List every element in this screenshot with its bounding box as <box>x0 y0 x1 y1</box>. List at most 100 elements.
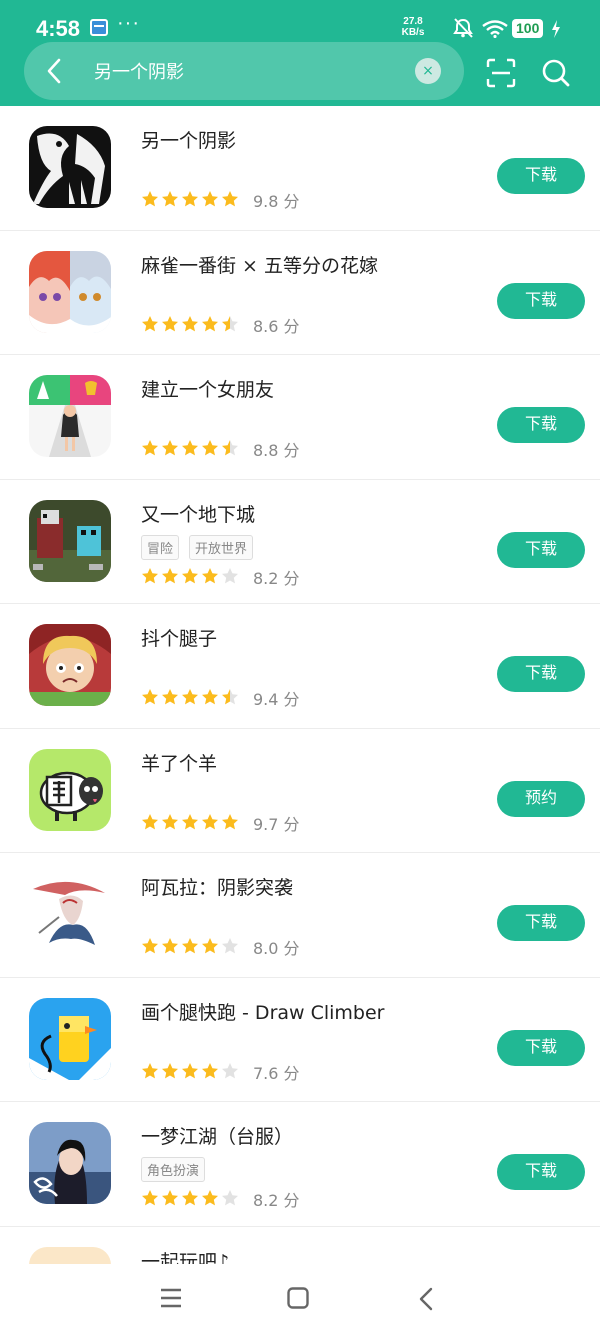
sheep-icon[interactable] <box>29 748 111 831</box>
star-full-icon <box>162 191 178 207</box>
star-full-icon <box>162 938 178 954</box>
app-name[interactable]: 羊了个羊 <box>141 749 217 776</box>
warrior-icon[interactable] <box>29 873 111 955</box>
reserve-button[interactable]: 预约 <box>497 780 585 817</box>
star-full-icon <box>162 1062 178 1078</box>
download-button[interactable]: 下载 <box>497 905 585 941</box>
app-name[interactable]: 又一个地下城 <box>141 500 255 527</box>
star-full-icon <box>222 191 238 207</box>
star-full-icon <box>162 440 178 456</box>
star-half-icon <box>222 315 238 331</box>
download-button[interactable]: 下载 <box>497 1029 585 1066</box>
star-full-icon <box>182 689 198 705</box>
star-full-icon <box>202 1190 218 1206</box>
star-full-icon <box>202 1062 218 1078</box>
shadow-icon[interactable] <box>29 126 111 208</box>
app-row[interactable]: 抖个腿子 9.4 分 下载 <box>0 604 600 729</box>
app-score: 8.2 分 <box>253 568 300 588</box>
star-full-icon <box>162 689 178 705</box>
app-score: 9.7 分 <box>253 814 300 834</box>
search-result-list: 另一个阴影 9.8 分 下载 麻雀一番街 × 五等分の花嫁 8.6 分 下载 建… <box>0 106 600 1333</box>
star-full-icon <box>142 191 158 207</box>
duck-climber-icon[interactable] <box>29 997 111 1080</box>
star-full-icon <box>142 567 158 583</box>
wifi-icon <box>482 20 508 42</box>
app-row[interactable]: 建立一个女朋友 8.8 分 下载 <box>0 355 600 480</box>
download-button[interactable]: 下载 <box>497 531 585 568</box>
app-row[interactable]: 一梦江湖（台服） 角色扮演 8.2 分 下载 <box>0 1102 600 1227</box>
star-full-icon <box>202 813 218 829</box>
jianghu-icon[interactable] <box>29 1122 111 1204</box>
star-empty-icon <box>222 1190 238 1206</box>
anime-girls-icon[interactable] <box>29 250 111 333</box>
app-header: 4:58 ··· 27.8 KB/s 100 另一个阴影 × <box>0 0 600 106</box>
back-icon[interactable] <box>46 58 62 88</box>
app-tags: 角色扮演 <box>141 1157 215 1182</box>
star-empty-icon <box>222 938 238 954</box>
charging-icon <box>551 20 561 42</box>
star-full-icon <box>202 191 218 207</box>
app-tag[interactable]: 冒险 <box>141 534 180 560</box>
app-row[interactable]: 另一个阴影 9.8 分 下载 <box>0 106 600 231</box>
crying-girl-icon[interactable] <box>29 624 111 706</box>
star-full-icon <box>182 813 198 829</box>
download-button[interactable]: 下载 <box>497 407 585 443</box>
search-box: × <box>24 42 464 100</box>
girlfriend-runner-icon[interactable] <box>29 375 111 457</box>
app-row[interactable]: 阿瓦拉：阴影突袭 8.0 分 下载 <box>0 853 600 978</box>
star-full-icon <box>202 689 218 705</box>
app-row[interactable]: 麻雀一番街 × 五等分の花嫁 8.6 分 下载 <box>0 231 600 355</box>
star-half-icon <box>222 689 238 705</box>
network-speed-value: 27.8 <box>403 16 423 27</box>
star-full-icon <box>162 567 178 583</box>
star-full-icon <box>182 938 198 954</box>
app-row[interactable]: 又一个地下城 冒险 开放世界 8.2 分 下载 <box>0 480 600 604</box>
star-rating <box>141 688 241 706</box>
app-score: 8.6 分 <box>253 316 300 336</box>
app-tag[interactable]: 角色扮演 <box>141 1157 206 1182</box>
battery-level: 100 <box>512 19 544 38</box>
star-full-icon <box>142 938 158 954</box>
status-time: 4:58 <box>36 16 81 41</box>
app-name[interactable]: 阿瓦拉：阴影突袭 <box>141 873 293 900</box>
app-name[interactable]: 一梦江湖（台服） <box>141 1122 293 1149</box>
search-icon[interactable] <box>541 58 571 92</box>
home-icon[interactable] <box>287 1287 309 1313</box>
star-full-icon <box>162 813 178 829</box>
app-name[interactable]: 麻雀一番街 × 五等分の花嫁 <box>141 251 378 278</box>
app-score: 9.8 分 <box>253 192 300 211</box>
download-button[interactable]: 下载 <box>497 282 585 319</box>
pixel-dungeon-icon[interactable] <box>29 499 111 582</box>
app-name[interactable]: 建立一个女朋友 <box>141 375 274 402</box>
app-tag[interactable]: 开放世界 <box>189 534 254 560</box>
app-score: 7.6 分 <box>253 1063 300 1083</box>
app-row[interactable]: 羊了个羊 9.7 分 预约 <box>0 729 600 853</box>
app-name[interactable]: 画个腿快跑 - Draw Climber <box>141 998 385 1025</box>
download-button[interactable]: 下载 <box>497 1154 585 1190</box>
star-full-icon <box>142 315 158 331</box>
download-button[interactable]: 下载 <box>497 656 585 692</box>
app-score: 9.4 分 <box>253 690 300 709</box>
star-full-icon <box>142 440 158 456</box>
status-bar: 4:58 ··· 27.8 KB/s 100 <box>0 0 600 44</box>
nav-back-icon[interactable] <box>418 1287 434 1315</box>
star-empty-icon <box>222 1062 238 1078</box>
download-button[interactable]: 下载 <box>497 158 585 194</box>
star-rating <box>141 1062 241 1080</box>
app-row[interactable]: 画个腿快跑 - Draw Climber 7.6 分 下载 <box>0 978 600 1102</box>
scan-icon[interactable] <box>486 58 516 92</box>
star-full-icon <box>142 1190 158 1206</box>
star-full-icon <box>182 191 198 207</box>
search-input[interactable] <box>94 56 394 86</box>
star-full-icon <box>182 440 198 456</box>
network-speed: 27.8 KB/s <box>398 16 428 38</box>
app-name[interactable]: 另一个阴影 <box>141 126 236 153</box>
app-score: 8.8 分 <box>253 441 300 460</box>
star-full-icon <box>182 1062 198 1078</box>
clear-search-button[interactable]: × <box>415 58 441 84</box>
star-rating <box>141 567 241 585</box>
menu-icon[interactable] <box>160 1288 182 1312</box>
star-full-icon <box>202 440 218 456</box>
app-name[interactable]: 抖个腿子 <box>141 624 217 651</box>
star-half-icon <box>222 440 238 456</box>
